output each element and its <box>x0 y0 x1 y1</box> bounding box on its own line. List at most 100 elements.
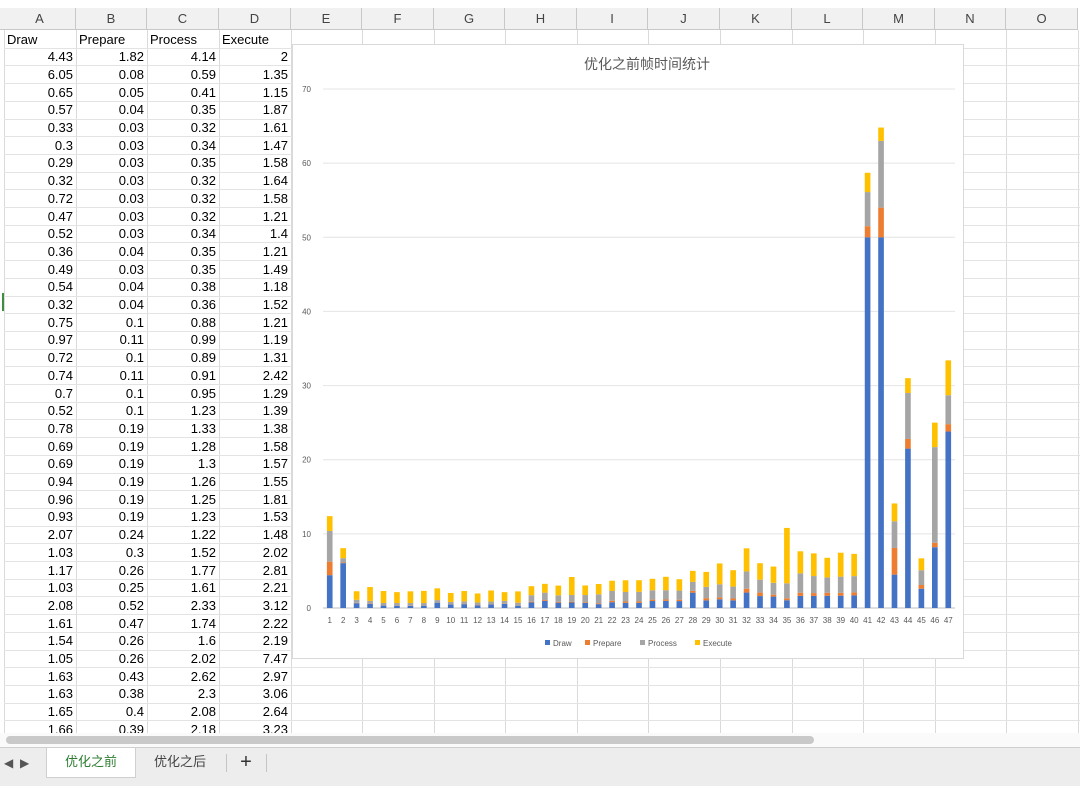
data-cell[interactable]: 0.03 <box>76 119 147 136</box>
data-cell[interactable]: 1.52 <box>147 544 219 561</box>
data-cell[interactable]: 1.23 <box>147 508 219 525</box>
data-cell[interactable]: 0.03 <box>76 172 147 189</box>
data-cell[interactable]: 0.69 <box>4 438 76 455</box>
column-header[interactable]: N <box>935 8 1006 30</box>
data-cell[interactable]: 0.04 <box>76 243 147 260</box>
data-cell[interactable]: 2.33 <box>147 597 219 614</box>
data-cell[interactable]: 0.35 <box>147 261 219 278</box>
data-cell[interactable]: 0.35 <box>147 243 219 260</box>
data-cell[interactable]: 0.04 <box>76 296 147 313</box>
data-cell[interactable]: 1.57 <box>219 455 291 472</box>
data-cell[interactable]: 1.23 <box>147 402 219 419</box>
data-cell[interactable]: 1.26 <box>147 473 219 490</box>
data-cell[interactable]: 2.07 <box>4 526 76 543</box>
data-cell[interactable]: 1.18 <box>219 278 291 295</box>
column-header[interactable]: O <box>1006 8 1078 30</box>
data-cell[interactable]: 1.52 <box>219 296 291 313</box>
data-cell[interactable]: 1.25 <box>147 491 219 508</box>
column-header[interactable]: D <box>219 8 291 30</box>
data-cell[interactable]: 1.21 <box>219 314 291 331</box>
column-header[interactable]: M <box>863 8 935 30</box>
data-cell[interactable]: 1.28 <box>147 438 219 455</box>
data-cell[interactable]: 0.03 <box>76 208 147 225</box>
data-cell[interactable]: 1.63 <box>4 668 76 685</box>
data-cell[interactable]: 0.26 <box>76 632 147 649</box>
spreadsheet-grid[interactable]: ABCDEFGHIJKLMNO Draw Prepare Process Execut… <box>0 0 1080 733</box>
data-cell[interactable]: 0.03 <box>76 137 147 154</box>
column-header[interactable]: F <box>362 8 434 30</box>
data-cell[interactable]: 1.29 <box>219 385 291 402</box>
data-cell[interactable]: 1.58 <box>219 190 291 207</box>
data-cell[interactable]: 1.61 <box>219 119 291 136</box>
column-header[interactable]: G <box>434 8 505 30</box>
data-cell[interactable]: 0.72 <box>4 190 76 207</box>
add-sheet-button[interactable]: + <box>232 750 260 776</box>
data-cell[interactable]: 0.11 <box>76 367 147 384</box>
data-cell[interactable]: 0.43 <box>76 668 147 685</box>
data-cell[interactable]: 0.25 <box>76 579 147 596</box>
column-header[interactable]: A <box>4 8 76 30</box>
data-cell[interactable]: 1.03 <box>4 579 76 596</box>
data-cell[interactable]: 0.38 <box>147 278 219 295</box>
data-cell[interactable]: 0.32 <box>147 172 219 189</box>
data-cell[interactable]: 0.03 <box>76 154 147 171</box>
data-cell[interactable]: 6.05 <box>4 66 76 83</box>
prev-sheet-icon[interactable]: ◀ <box>4 756 13 770</box>
header-cell[interactable]: Execute <box>219 31 291 48</box>
horizontal-scrollbar[interactable] <box>0 733 1080 747</box>
data-cell[interactable]: 0.89 <box>147 349 219 366</box>
data-cell[interactable]: 4.43 <box>4 48 76 65</box>
data-cell[interactable]: 0.34 <box>147 225 219 242</box>
data-cell[interactable]: 0.3 <box>76 544 147 561</box>
data-cell[interactable]: 1.61 <box>147 579 219 596</box>
data-cell[interactable]: 0.19 <box>76 473 147 490</box>
data-cell[interactable]: 2.64 <box>219 703 291 720</box>
data-cell[interactable]: 1.6 <box>147 632 219 649</box>
data-cell[interactable]: 1.65 <box>4 703 76 720</box>
data-cell[interactable]: 2.18 <box>147 721 219 733</box>
data-cell[interactable]: 0.47 <box>76 615 147 632</box>
data-cell[interactable]: 0.33 <box>4 119 76 136</box>
data-cell[interactable]: 0.97 <box>4 331 76 348</box>
column-header[interactable]: J <box>648 8 720 30</box>
data-cell[interactable]: 0.3 <box>4 137 76 154</box>
data-cell[interactable]: 0.26 <box>76 650 147 667</box>
data-cell[interactable]: 3.23 <box>219 721 291 733</box>
data-cell[interactable]: 0.05 <box>76 84 147 101</box>
header-cell[interactable]: Process <box>147 31 219 48</box>
data-cell[interactable]: 4.14 <box>147 48 219 65</box>
data-cell[interactable]: 0.36 <box>147 296 219 313</box>
data-cell[interactable]: 0.65 <box>4 84 76 101</box>
data-cell[interactable]: 0.04 <box>76 278 147 295</box>
data-cell[interactable]: 0.39 <box>76 721 147 733</box>
data-cell[interactable]: 0.57 <box>4 101 76 118</box>
scrollbar-thumb[interactable] <box>6 736 814 744</box>
data-cell[interactable]: 2 <box>219 48 291 65</box>
data-cell[interactable]: 0.03 <box>76 225 147 242</box>
data-cell[interactable]: 0.35 <box>147 154 219 171</box>
data-cell[interactable]: 2.62 <box>147 668 219 685</box>
next-sheet-icon[interactable]: ▶ <box>20 756 29 770</box>
data-cell[interactable]: 0.19 <box>76 455 147 472</box>
data-cell[interactable]: 0.47 <box>4 208 76 225</box>
data-cell[interactable]: 0.1 <box>76 402 147 419</box>
data-cell[interactable]: 1.64 <box>219 172 291 189</box>
data-cell[interactable]: 0.72 <box>4 349 76 366</box>
data-cell[interactable]: 0.38 <box>76 685 147 702</box>
data-cell[interactable]: 1.61 <box>4 615 76 632</box>
column-header[interactable]: E <box>291 8 362 30</box>
data-cell[interactable]: 2.22 <box>219 615 291 632</box>
data-cell[interactable]: 0.35 <box>147 101 219 118</box>
data-cell[interactable]: 1.87 <box>219 101 291 118</box>
data-cell[interactable]: 0.52 <box>76 597 147 614</box>
data-cell[interactable]: 0.29 <box>4 154 76 171</box>
data-cell[interactable]: 0.95 <box>147 385 219 402</box>
data-cell[interactable]: 0.26 <box>76 562 147 579</box>
data-cell[interactable]: 1.77 <box>147 562 219 579</box>
data-cell[interactable]: 0.4 <box>76 703 147 720</box>
data-cell[interactable]: 0.99 <box>147 331 219 348</box>
data-cell[interactable]: 0.32 <box>4 172 76 189</box>
column-header[interactable]: B <box>76 8 147 30</box>
data-cell[interactable]: 2.81 <box>219 562 291 579</box>
data-cell[interactable]: 1.19 <box>219 331 291 348</box>
